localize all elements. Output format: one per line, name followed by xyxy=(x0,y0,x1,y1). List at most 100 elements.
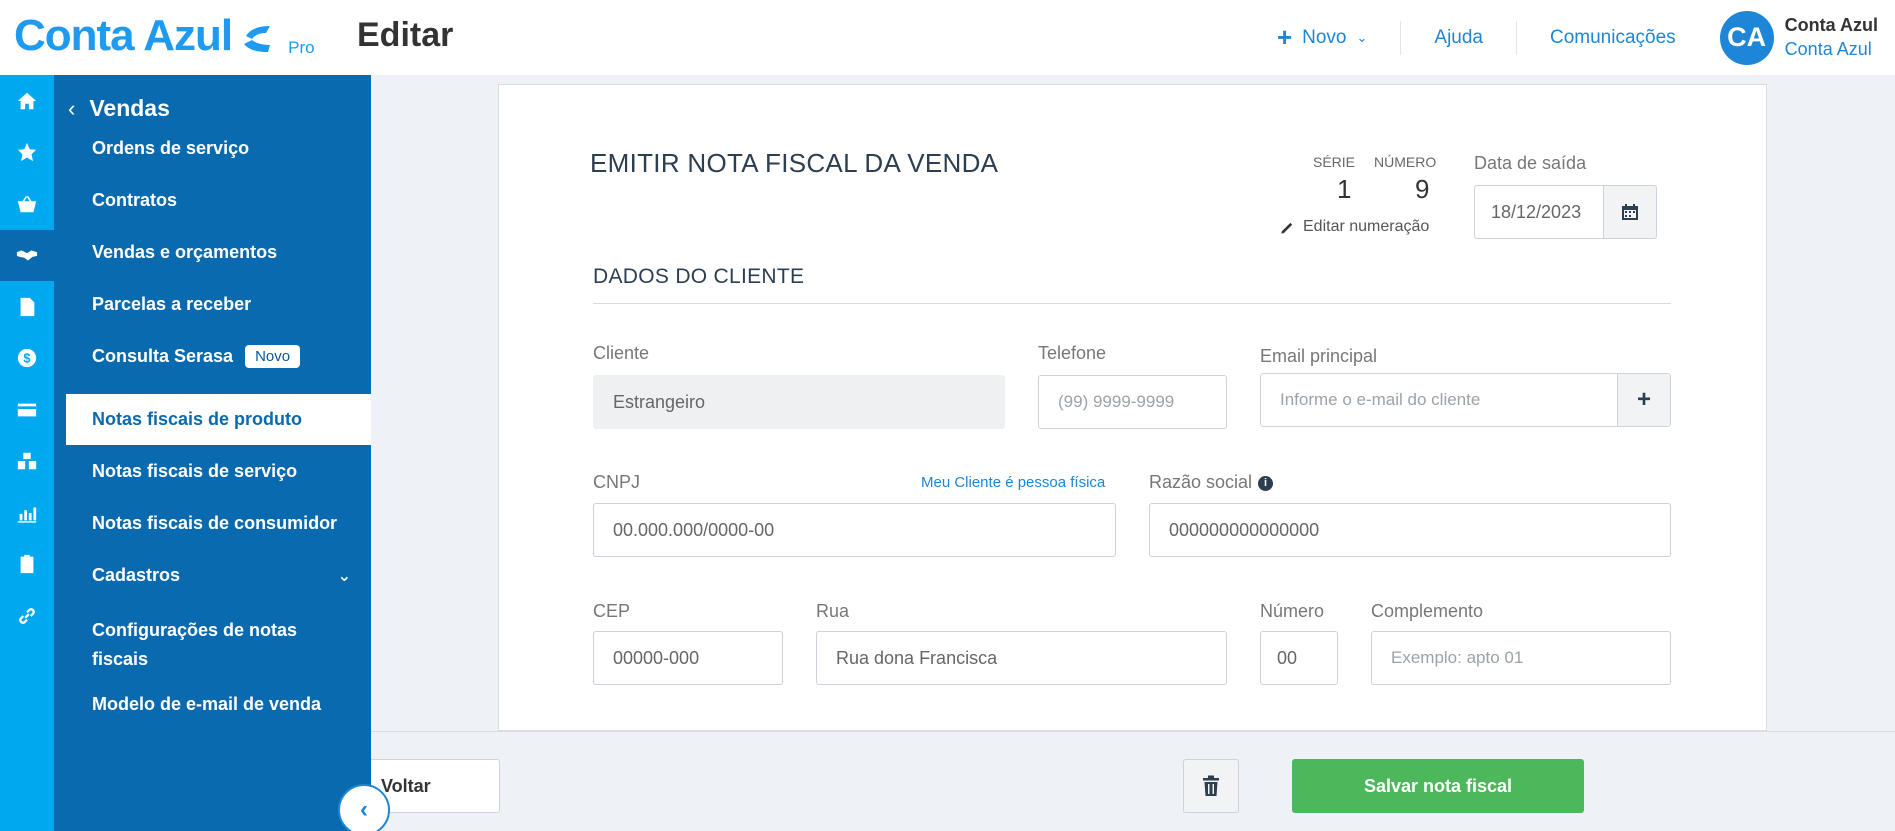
logo[interactable]: Conta Azul Pro xyxy=(14,14,315,58)
rua-input[interactable]: Rua dona Francisca xyxy=(816,631,1227,685)
star-icon xyxy=(17,143,37,162)
top-actions: + Novo ⌄ Ajuda Comunicações CA Conta Azu… xyxy=(1244,0,1895,75)
calendar-button[interactable] xyxy=(1603,185,1657,239)
sidebar-item-label: Parcelas a receber xyxy=(92,293,252,314)
sidebar-item-label: Ordens de serviço xyxy=(92,137,250,158)
top-bar: Conta Azul Pro Editar + Novo ⌄ Ajuda Com… xyxy=(0,0,1895,75)
rua-label: Rua xyxy=(816,601,850,621)
sidebar-item-parcelas[interactable]: Parcelas a receber xyxy=(54,282,371,326)
add-email-button[interactable]: + xyxy=(1617,373,1671,427)
pessoa-fisica-link[interactable]: Meu Cliente é pessoa física xyxy=(921,474,1105,491)
numero-label: NÚMERO xyxy=(1374,154,1437,170)
basket-icon xyxy=(17,195,37,212)
chevron-left-icon: ‹ xyxy=(360,796,368,823)
data-saida-input[interactable]: 18/12/2023 xyxy=(1474,185,1604,239)
rail-documents[interactable] xyxy=(0,281,54,333)
cep-input[interactable]: 00000-000 xyxy=(593,631,783,685)
logo-tier: Pro xyxy=(288,38,315,57)
sidebar-item-label: Contratos xyxy=(92,189,177,210)
sidebar-menu: ‹ Vendas Ordens de serviço Contratos Ven… xyxy=(54,75,371,831)
sidebar-title: Vendas xyxy=(89,95,170,121)
sidebar-item-label: Notas fiscais de consumidor xyxy=(92,513,338,533)
complemento-input[interactable]: Exemplo: apto 01 xyxy=(1371,631,1671,685)
rail-integrations[interactable] xyxy=(0,590,54,642)
back-button[interactable]: Voltar xyxy=(371,759,500,813)
cnpj-input[interactable]: 00.000.000/0000-00 xyxy=(593,503,1116,557)
serie-value: 1 xyxy=(1337,174,1352,204)
delete-button[interactable] xyxy=(1183,759,1239,813)
sidebar-item-modelo-email[interactable]: Modelo de e-mail de venda xyxy=(54,679,371,730)
rail-home[interactable] xyxy=(0,75,54,127)
user-name: Conta Azul xyxy=(1784,15,1878,35)
client-section-title: DADOS DO CLIENTE xyxy=(593,265,805,288)
user-org: Conta Azul xyxy=(1784,39,1872,59)
sidebar-item-contratos[interactable]: Contratos xyxy=(54,178,371,222)
info-icon[interactable]: i xyxy=(1258,475,1274,491)
icon-rail: $ xyxy=(0,75,54,831)
help-link[interactable]: Ajuda xyxy=(1401,20,1517,55)
sidebar-item-label: Vendas e orçamentos xyxy=(92,241,278,262)
collapse-sidebar-button[interactable]: ‹ xyxy=(338,784,390,831)
logo-mark-icon xyxy=(244,26,271,52)
rail-favorites[interactable] xyxy=(0,127,54,179)
numero-endereco-label: Número xyxy=(1260,601,1325,621)
razao-social-input[interactable]: 000000000000000 xyxy=(1149,503,1671,557)
clipboard-icon xyxy=(20,555,34,574)
telefone-label: Telefone xyxy=(1038,343,1107,363)
razao-social-text: Razão social xyxy=(1149,472,1253,492)
sidebar-item-cadastros[interactable]: Cadastros ⌄ xyxy=(54,550,371,601)
home-icon xyxy=(17,92,37,109)
cep-label: CEP xyxy=(593,601,631,621)
new-button[interactable]: + Novo ⌄ xyxy=(1244,20,1402,55)
razao-social-label: Razão social i xyxy=(1149,472,1274,493)
avatar: CA xyxy=(1719,10,1774,65)
edit-numbering-link[interactable]: Editar numeração xyxy=(1280,218,1429,236)
rail-tasks[interactable] xyxy=(0,539,54,591)
chevron-down-icon: ⌄ xyxy=(1356,29,1368,45)
new-label: Novo xyxy=(1302,26,1347,48)
trash-icon xyxy=(1203,775,1219,796)
email-input[interactable]: Informe o e-mail do cliente xyxy=(1260,373,1618,427)
telefone-input[interactable]: (99) 9999-9999 xyxy=(1038,375,1227,429)
boxes-icon xyxy=(17,453,37,470)
sidebar-back[interactable]: ‹ Vendas xyxy=(68,95,170,122)
plus-icon: + xyxy=(1276,22,1293,52)
email-label: Email principal xyxy=(1260,346,1378,366)
sidebar-item-ordens[interactable]: Ordens de serviço xyxy=(54,126,371,170)
edit-numbering-label: Editar numeração xyxy=(1303,218,1430,235)
rail-reports[interactable] xyxy=(0,487,54,539)
handshake-icon xyxy=(16,250,38,261)
rail-payments[interactable] xyxy=(0,384,54,436)
communications-link[interactable]: Comunicações xyxy=(1517,21,1720,55)
rail-purchases[interactable] xyxy=(0,178,54,230)
plus-icon: + xyxy=(1636,386,1651,413)
numero-endereco-input[interactable]: 00 xyxy=(1260,631,1338,685)
sidebar-item-label: Cadastros xyxy=(92,565,181,585)
sidebar-item-configuracoes[interactable]: Configurações de notas fiscais xyxy=(54,608,371,672)
cliente-label: Cliente xyxy=(593,343,650,363)
rail-sales[interactable] xyxy=(0,229,54,281)
save-invoice-button[interactable]: Salvar nota fiscal xyxy=(1292,759,1584,813)
page-title: Editar xyxy=(357,16,454,54)
sidebar-item-nf-servico[interactable]: Notas fiscais de serviço xyxy=(54,446,371,497)
sidebar-item-nf-consumidor[interactable]: Notas fiscais de consumidor xyxy=(54,498,371,549)
sidebar-item-label: Notas fiscais de serviço xyxy=(92,461,298,481)
rail-finance[interactable]: $ xyxy=(0,333,54,385)
sidebar-item-serasa[interactable]: Consulta Serasa Novo xyxy=(54,334,371,378)
link-icon xyxy=(19,607,35,624)
logo-text: Conta Azul xyxy=(14,11,233,60)
cliente-input[interactable]: Estrangeiro xyxy=(593,375,1005,429)
sidebar-item-nf-produto[interactable]: Notas fiscais de produto xyxy=(66,394,371,445)
chevron-left-icon: ‹ xyxy=(68,95,76,121)
chevron-down-icon: ⌄ xyxy=(337,567,351,585)
cnpj-label: CNPJ xyxy=(593,472,641,492)
sidebar-item-label: Consulta Serasa xyxy=(92,345,234,366)
calendar-icon xyxy=(1622,204,1638,220)
sidebar-item-label: Modelo de e-mail de venda xyxy=(92,694,322,714)
serie-label: SÉRIE xyxy=(1313,154,1356,170)
rail-inventory[interactable] xyxy=(0,436,54,488)
section-divider xyxy=(593,303,1671,304)
sidebar-item-vendas[interactable]: Vendas e orçamentos xyxy=(54,230,371,274)
user-menu[interactable]: CA Conta Azul Conta Azul xyxy=(1719,10,1895,65)
sidebar-item-label: Notas fiscais de produto xyxy=(92,409,303,429)
